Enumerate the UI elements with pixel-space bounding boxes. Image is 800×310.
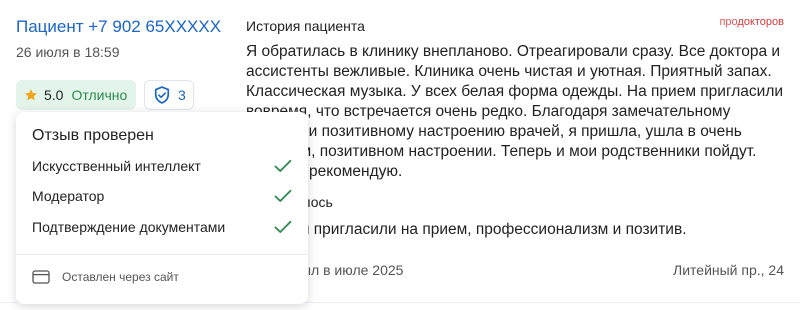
star-icon — [25, 89, 37, 101]
verification-badge[interactable]: 3 — [144, 80, 194, 110]
review-source: Оставлен через сайт — [32, 270, 179, 284]
verification-count: 3 — [178, 87, 186, 103]
verification-popover: Отзыв проверен Искусственный интеллект М… — [16, 112, 308, 304]
patient-name[interactable]: Пациент +7 902 65XXXXX — [16, 16, 236, 38]
story-text: Я обратилась в клинику внепланово. Отреа… — [246, 43, 784, 180]
check-label: Подтверждение документами — [32, 219, 226, 235]
brand-part2: докторов — [737, 16, 784, 28]
check-ai: Искусственный интеллект — [32, 155, 292, 177]
check-icon — [274, 220, 292, 233]
check-icon — [274, 159, 292, 172]
browser-window-icon — [32, 270, 50, 284]
popover-title: Отзыв проверен — [32, 127, 154, 144]
brand-logo: продокторов — [719, 16, 784, 28]
rating-score: 5.0 — [44, 87, 64, 103]
review-date: 26 июля в 18:59 — [16, 44, 120, 60]
story-title: История пациента — [246, 18, 365, 34]
rating-badge: 5.0 Отлично — [16, 80, 136, 110]
liked-text: Вовремя пригласили на прием, профессиона… — [246, 221, 687, 238]
check-label: Модератор — [32, 188, 105, 204]
popover-divider — [16, 254, 308, 255]
review-content: История пациента продокторов Я обратилас… — [246, 0, 800, 310]
check-documents: Подтверждение документами — [32, 216, 292, 238]
rating-label: Отлично — [71, 87, 128, 103]
brand-part1: про — [719, 16, 738, 28]
review-meta: Пациент +7 902 65XXXXX 26 июля в 18:59 5… — [16, 16, 236, 110]
check-label: Искусственный интеллект — [32, 158, 201, 174]
clinic-address[interactable]: Литейный пр., 24 — [673, 262, 784, 278]
check-icon — [274, 189, 292, 202]
check-moderator: Модератор — [32, 185, 292, 207]
shield-check-icon — [154, 86, 170, 104]
source-text: Оставлен через сайт — [62, 270, 179, 284]
